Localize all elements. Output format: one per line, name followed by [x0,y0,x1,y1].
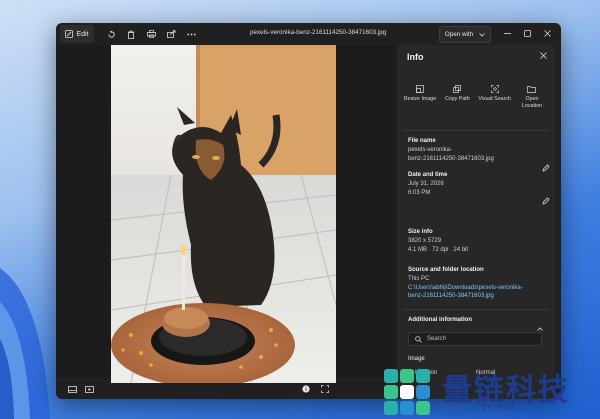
divider [403,130,549,131]
resize-image-label: Resize Image [403,96,437,102]
size-heading: Size info [408,229,433,235]
watermark: 量链科技 QFSP.NET [378,362,600,419]
bottom-bar [56,379,396,399]
pencil-icon [542,197,550,205]
dimensions-value: 3820 x 5729 [408,238,442,244]
source-device: This PC [408,276,430,282]
edit-date-button[interactable] [542,197,550,207]
info-icon [302,385,310,393]
edit-button[interactable]: Edit [60,25,94,43]
additional-info-header[interactable]: Additional information [408,317,548,323]
copy-path-action[interactable]: Copy Path [440,85,474,109]
size-details-value: 4.1 MB 72 dpi 24 bit [408,246,469,253]
info-panel-title: Info [407,52,424,62]
filmstrip-button[interactable] [66,380,78,398]
chevron-up-icon [537,327,543,331]
open-location-label: Open Location [521,96,542,109]
copy-path-icon [453,85,462,93]
rotate-button[interactable] [102,25,120,43]
info-actions: Resize Image Copy Path Visual Search Ope… [403,85,549,109]
cat-photo[interactable] [111,45,336,383]
close-icon [543,30,551,37]
trash-icon [127,30,135,39]
watermark-subtext: QFSP.NET [481,404,524,411]
close-info-button[interactable] [540,51,547,61]
resize-image-action[interactable]: Resize Image [403,85,437,109]
open-location-action[interactable]: Open Location [515,85,549,109]
source-value-block: This PC C:\Users\abhij\Downloads\pexels-… [408,275,548,301]
rotate-icon [107,29,115,38]
print-button[interactable] [142,25,160,43]
visual-search-icon [490,85,499,93]
date-value: July 31, 2026 [408,181,444,187]
date-heading: Date and time [408,172,448,178]
file-name-value[interactable]: pexels-veronika- benz-2161114250-3847160… [408,146,548,163]
maximize-icon [523,30,531,37]
open-with-label: Open with [444,31,474,38]
resize-icon [416,85,424,93]
image-viewer [56,45,396,383]
slideshow-button[interactable] [83,380,95,398]
time-value: 6:03 PM [408,189,431,196]
printer-icon [146,30,156,38]
qfsp-logo [384,368,430,415]
additional-info-heading: Additional information [408,317,472,323]
file-name-line-2: benz-2161114250-38471603.jpg [408,155,494,162]
more-button[interactable] [182,25,200,43]
folder-path-link[interactable]: C:\Users\abhij\Downloads\pexels-veronika… [408,284,548,301]
more-icon [186,33,196,35]
date-section: Date and time July 31, 2026 6:03 PM [408,172,548,197]
minimize-button[interactable] [497,26,517,41]
visual-search-action[interactable]: Visual Search [478,85,512,109]
close-window-button[interactable] [537,26,557,41]
title-bar: Edit pexels-veronika-benz-2161114250-384… [56,23,561,45]
photos-window: Edit pexels-veronika-benz-2161114250-384… [56,23,561,399]
file-name-line-1: pexels-veronika- [408,147,453,153]
pencil-icon [542,164,550,172]
search-icon [415,335,422,343]
share-button[interactable] [162,25,180,43]
open-location-icon [527,86,537,93]
watermark-text: 量链科技 [442,372,570,408]
folder-path-line-1: C:\Users\abhij\Downloads\pexels-veronika… [408,284,523,291]
search-input[interactable]: Search [408,332,542,346]
visual-search-label: Visual Search [478,96,511,102]
window-title: pexels-veronika-benz-2161114250-38471603… [250,29,387,36]
delete-button[interactable] [122,25,140,43]
file-name-section: File name pexels-veronika- benz-21611142… [408,138,548,163]
share-icon [166,30,175,38]
info-button[interactable] [300,380,312,398]
size-section: Size info 3820 x 5729 4.1 MB 72 dpi 24 b… [408,229,548,254]
filmstrip-icon [67,385,77,393]
source-section: Source and folder location This PC C:\Us… [408,267,548,301]
slideshow-icon [84,385,94,393]
maximize-button[interactable] [517,26,537,41]
folder-path-line-2: benz-2161114250-38471603.jpg [408,293,494,300]
info-panel: Info Resize Image Copy Path Visual Searc… [397,45,555,399]
wallpaper-swirl [0,230,60,419]
size-value-block: 3820 x 5729 4.1 MB 72 dpi 24 bit [408,237,548,254]
edit-label: Edit [76,30,89,38]
close-icon [540,52,547,59]
divider [403,309,549,310]
source-heading: Source and folder location [408,267,484,273]
date-value-block: July 31, 2026 6:03 PM [408,180,548,197]
minimize-icon [503,33,511,34]
chevron-down-icon [479,32,485,37]
fit-to-window-button[interactable] [319,380,331,398]
fit-screen-icon [321,385,329,393]
copy-path-label: Copy Path [444,96,470,102]
search-placeholder: Search [427,336,447,342]
open-with-button[interactable]: Open with [439,26,491,43]
file-name-heading: File name [408,138,436,144]
edit-icon [65,30,74,38]
